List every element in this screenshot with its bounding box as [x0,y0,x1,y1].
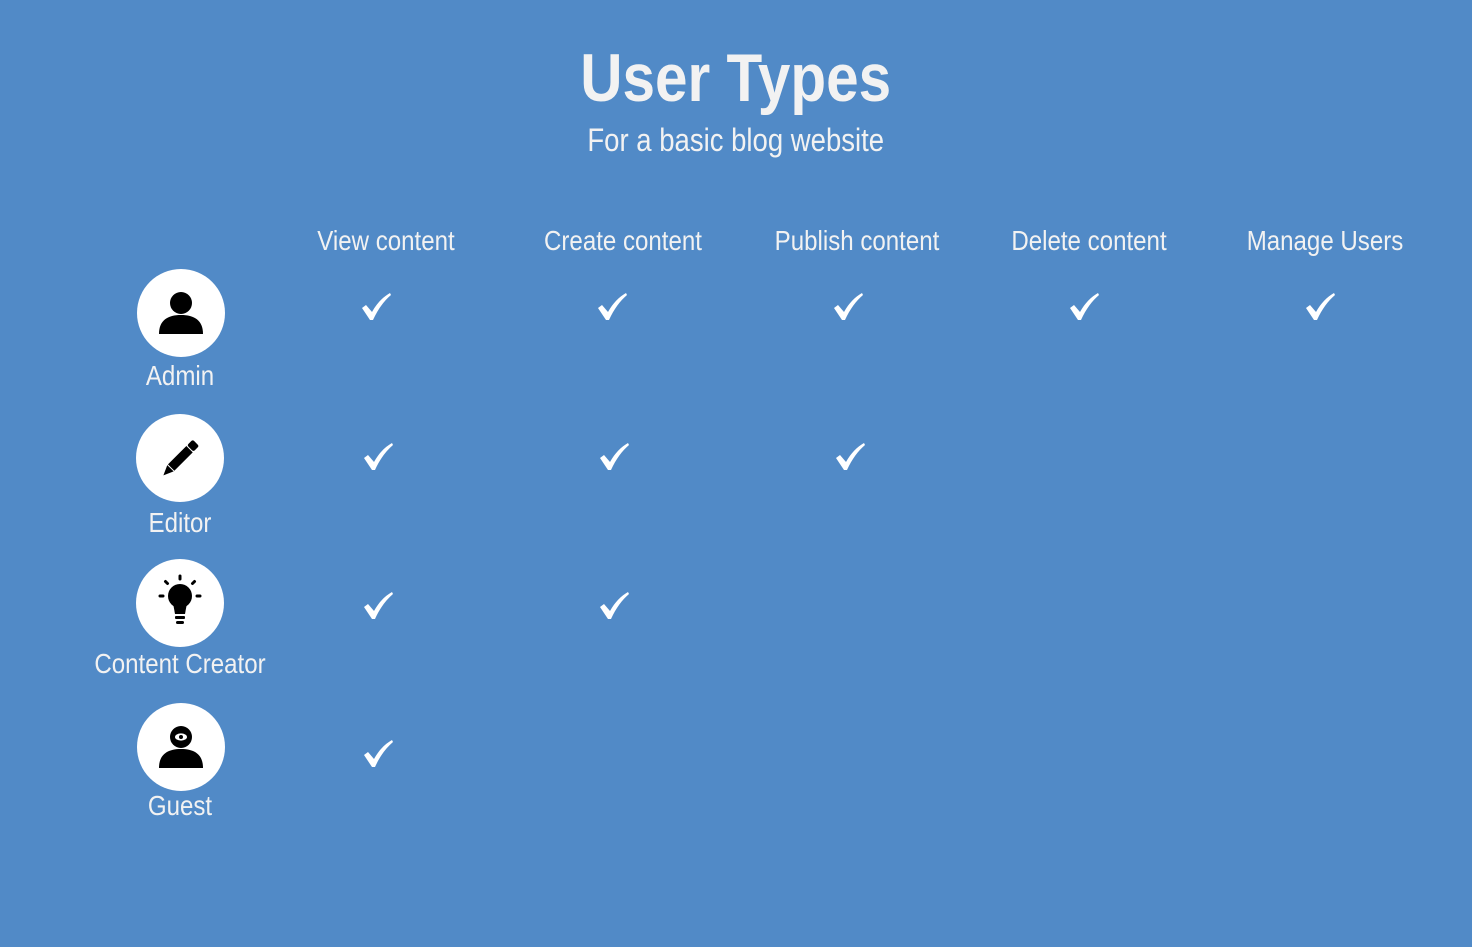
role-label-content-creator: Content Creator [94,648,266,679]
column-header-manage-users: Manage Users [1246,225,1404,256]
pencil-icon [136,414,224,502]
diagram-subtitle: For a basic blog website [587,122,885,158]
checkmark-icon-content-creator-view-content [361,591,395,621]
role-label-editor: Editor [148,507,212,538]
role-label-admin: Admin [145,360,215,391]
checkmark-icon-editor-view-content [361,442,395,472]
column-header-publish-content: Publish content [774,225,940,256]
person-icon [137,269,225,357]
checkmark-icon-admin-publish-content [831,292,865,322]
checkmark-icon-admin-delete-content [1067,292,1101,322]
column-header-delete-content: Delete content [1011,225,1167,256]
checkmark-icon-content-creator-create-content [597,591,631,621]
checkmark-icon-admin-view-content [359,292,393,322]
checkmark-icon-guest-view-content [361,739,395,769]
checkmark-icon-editor-publish-content [833,442,867,472]
column-header-view-content: View content [317,225,455,256]
diagram-title: User Types [580,40,892,116]
role-label-guest: Guest [147,790,213,821]
person-eye-icon [137,703,225,791]
checkmark-icon-editor-create-content [597,442,631,472]
lightbulb-icon [136,559,224,647]
checkmark-icon-admin-manage-users [1303,292,1337,322]
column-header-create-content: Create content [544,225,702,256]
checkmark-icon-admin-create-content [595,292,629,322]
